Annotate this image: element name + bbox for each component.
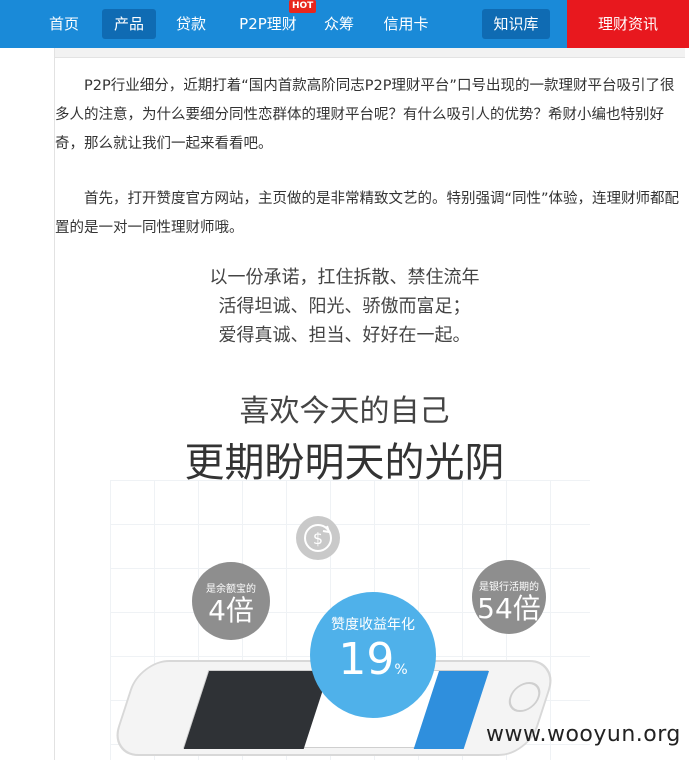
- nav-item-home[interactable]: 首页: [36, 0, 92, 48]
- bank-comparison-circle: 是银行活期的 54倍: [472, 560, 546, 634]
- yield-value: 19%: [310, 634, 436, 696]
- top-nav: 首页 产品 贷款 P2P理财 HOT 众筹 信用卡 知识库 理财资讯: [0, 0, 689, 48]
- article-paragraph-2: 首先，打开赞度官方网站，主页做的是非常精致文艺的。特别强调“同性”体验，连理财师…: [55, 191, 680, 236]
- bank-multiplier: 54倍: [477, 592, 541, 625]
- bank-caption: 是银行活期的: [479, 582, 539, 593]
- annual-yield-circle: 赞度收益年化 19%: [310, 592, 436, 718]
- yield-number: 19: [338, 634, 395, 685]
- promo-graphic: $ 是余额宝的 4倍 是银行活期的 54倍 赞度收益年化 19%: [108, 480, 590, 760]
- yield-percent: %: [394, 662, 408, 678]
- poem-line-1: 以一份承诺，扛住拆散、禁住流年: [209, 267, 480, 288]
- hot-badge: HOT: [289, 0, 317, 13]
- nav-item-loans[interactable]: 贷款: [166, 0, 216, 48]
- nav-item-knowledge[interactable]: 知识库: [482, 9, 550, 39]
- dollar-refresh-icon: $: [296, 516, 340, 560]
- yuebao-comparison-circle: 是余额宝的 4倍: [192, 562, 270, 640]
- screen-photo: [183, 671, 330, 749]
- nav-item-products[interactable]: 产品: [102, 9, 156, 39]
- yuebao-caption: 是余额宝的: [206, 584, 256, 595]
- yield-caption: 赞度收益年化: [331, 617, 415, 633]
- finance-news-button[interactable]: 理财资讯: [567, 0, 689, 48]
- promo-headline-1: 喜欢今天的自己: [239, 394, 450, 429]
- poem-line-3: 爱得真诚、担当、好好在一起。: [218, 325, 471, 346]
- nav-item-crowdfunding[interactable]: 众筹: [314, 0, 364, 48]
- article-paragraph-1: P2P行业细分，近期打着“国内首款高阶同志P2P理财平台”口号出现的一款理财平台…: [55, 78, 675, 152]
- poem-line-2: 活得坦诚、阳光、骄傲而富足；: [218, 296, 471, 317]
- watermark: www.wooyun.org: [486, 722, 681, 747]
- nav-item-credit-card[interactable]: 信用卡: [376, 0, 436, 48]
- phone-home-button: [504, 682, 545, 712]
- svg-text:$: $: [313, 529, 323, 548]
- yuebao-multiplier: 4倍: [208, 594, 254, 627]
